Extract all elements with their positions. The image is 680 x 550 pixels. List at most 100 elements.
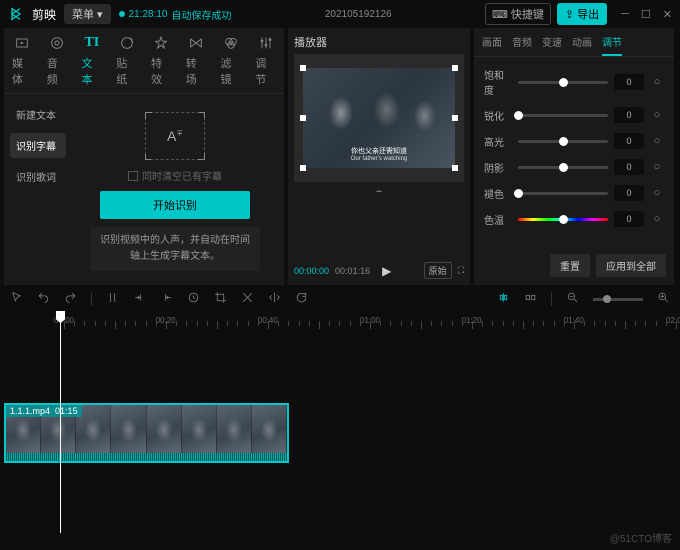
delete-left-button[interactable] — [133, 291, 146, 307]
delete-right-button[interactable] — [160, 291, 173, 307]
slider-saturation[interactable] — [518, 81, 608, 84]
export-button[interactable]: ⇪导出 — [557, 3, 607, 25]
freeze-button[interactable] — [187, 291, 200, 307]
slider-label-highlight: 高光 — [484, 134, 512, 149]
sidebar-recognize-subtitle[interactable]: 识别字幕 — [10, 133, 66, 158]
text-icon: TI — [83, 34, 101, 52]
tab-audio[interactable]: 音频 — [47, 34, 68, 93]
subtitle-en: Our father's watching — [351, 156, 408, 162]
reset-icon[interactable]: ○ — [650, 161, 664, 173]
rtab-audio[interactable]: 音频 — [512, 34, 532, 56]
media-icon — [13, 34, 31, 52]
tab-transition[interactable]: 转场 — [186, 34, 207, 93]
tab-media[interactable]: 媒体 — [12, 34, 33, 93]
undo-button[interactable] — [37, 291, 50, 307]
resize-handle[interactable] — [300, 65, 306, 71]
rtab-anim[interactable]: 动画 — [572, 34, 592, 56]
play-button[interactable]: ▶ — [382, 264, 391, 278]
slider-label-fade: 褪色 — [484, 186, 512, 201]
tab-filter[interactable]: 滤镜 — [221, 34, 242, 93]
reset-icon[interactable]: ○ — [650, 187, 664, 199]
timecode-current: 00:00:00 — [294, 266, 329, 276]
shortcut-button[interactable]: ⌨快捷键 — [485, 3, 551, 25]
preview-title: 播放器 — [294, 34, 464, 50]
original-ratio-button[interactable]: 原始 — [424, 262, 452, 279]
preview-indicator-icon: ⌢ — [294, 186, 464, 197]
subtitle-cn: 你也父亲还需知道 — [351, 146, 407, 156]
slider-label-hue: 色温 — [484, 212, 512, 227]
slider-label-sharpen: 锐化 — [484, 108, 512, 123]
reset-icon[interactable]: ○ — [650, 135, 664, 147]
slider-sharpen[interactable] — [518, 114, 608, 117]
resize-handle[interactable] — [300, 165, 306, 171]
fullscreen-button[interactable]: ⛶ — [458, 265, 464, 276]
keyboard-icon: ⌨ — [492, 8, 508, 21]
timeline-preview-button[interactable] — [524, 291, 537, 307]
menu-button[interactable]: 菜单▾ — [64, 4, 111, 24]
playhead[interactable] — [60, 313, 61, 533]
reset-icon[interactable]: ○ — [650, 109, 664, 121]
slider-val-sharpen[interactable]: 0 — [614, 107, 644, 123]
minimize-button[interactable]: ─ — [621, 8, 629, 21]
effect-icon — [152, 34, 170, 52]
tab-adjust[interactable]: 调节 — [255, 34, 276, 93]
maximize-button[interactable]: ☐ — [641, 8, 651, 21]
tab-text[interactable]: TI文本 — [82, 34, 103, 93]
clear-subtitles-checkbox[interactable]: 同时清空已有字幕 — [128, 168, 222, 183]
reset-button[interactable]: 重置 — [550, 254, 590, 277]
reset-icon[interactable]: ○ — [650, 76, 664, 88]
slider-val-fade[interactable]: 0 — [614, 185, 644, 201]
rotate-button[interactable] — [295, 291, 308, 307]
project-name: 202105192126 — [325, 9, 392, 20]
zoom-out-button[interactable] — [566, 291, 579, 307]
rtab-adjust[interactable]: 调节 — [602, 34, 622, 56]
rtab-picture[interactable]: 画面 — [482, 34, 502, 56]
zoom-slider[interactable] — [593, 298, 643, 301]
recognize-description: 识别视频中的人声，并自动在时间轴上生成字幕文本。 — [90, 227, 260, 271]
timeline-ruler[interactable]: 00:00 00:20 00:40 01:00 01:20 01:40 02:0… — [64, 313, 676, 333]
clip-waveform — [6, 453, 287, 461]
sticker-icon — [118, 34, 136, 52]
slider-shadow[interactable] — [518, 166, 608, 169]
app-title: 剪映 — [32, 6, 56, 23]
slider-val-hue[interactable]: 0 — [614, 211, 644, 227]
slider-hue[interactable] — [518, 218, 608, 221]
sidebar-recognize-lyric[interactable]: 识别歌词 — [10, 164, 66, 189]
slider-val-shadow[interactable]: 0 — [614, 159, 644, 175]
audio-icon — [48, 34, 66, 52]
tab-effect[interactable]: 特效 — [151, 34, 172, 93]
redo-button[interactable] — [64, 291, 77, 307]
crop-button[interactable] — [214, 291, 227, 307]
close-button[interactable]: ✕ — [663, 8, 672, 21]
selection-tool[interactable] — [10, 291, 23, 307]
resize-handle[interactable] — [452, 65, 458, 71]
rtab-speed[interactable]: 变速 — [542, 34, 562, 56]
resize-handle[interactable] — [452, 165, 458, 171]
zoom-in-button[interactable] — [657, 291, 670, 307]
timecode-total: 00:01:16 — [335, 266, 370, 276]
start-recognize-button[interactable]: 开始识别 — [100, 191, 250, 219]
auto-snap-button[interactable] — [497, 291, 510, 307]
split-button[interactable] — [106, 291, 119, 307]
apply-all-button[interactable]: 应用到全部 — [596, 254, 666, 277]
sidebar-new-text[interactable]: 新建文本 — [10, 102, 66, 127]
slider-val-saturation[interactable]: 0 — [614, 74, 644, 90]
reset-icon[interactable]: ○ — [650, 213, 664, 225]
slider-highlight[interactable] — [518, 140, 608, 143]
adjust-icon — [257, 34, 275, 52]
reverse-button[interactable] — [241, 291, 254, 307]
tab-sticker[interactable]: 贴纸 — [116, 34, 137, 93]
video-clip[interactable]: 1.1.1.mp4 01:15 — [4, 403, 289, 463]
slider-val-highlight[interactable]: 0 — [614, 133, 644, 149]
slider-fade[interactable] — [518, 192, 608, 195]
filter-icon — [222, 34, 240, 52]
mirror-button[interactable] — [268, 291, 281, 307]
transition-icon — [187, 34, 205, 52]
watermark: @51CTO博客 — [610, 530, 672, 545]
resize-handle[interactable] — [300, 115, 306, 121]
save-status: 21:28:10 自动保存成功 — [119, 7, 232, 22]
preview-viewport[interactable]: 你也父亲还需知道 Our father's watching — [294, 54, 464, 182]
resize-handle[interactable] — [452, 115, 458, 121]
clip-label: 1.1.1.mp4 01:15 — [6, 405, 82, 417]
app-logo — [8, 6, 24, 22]
